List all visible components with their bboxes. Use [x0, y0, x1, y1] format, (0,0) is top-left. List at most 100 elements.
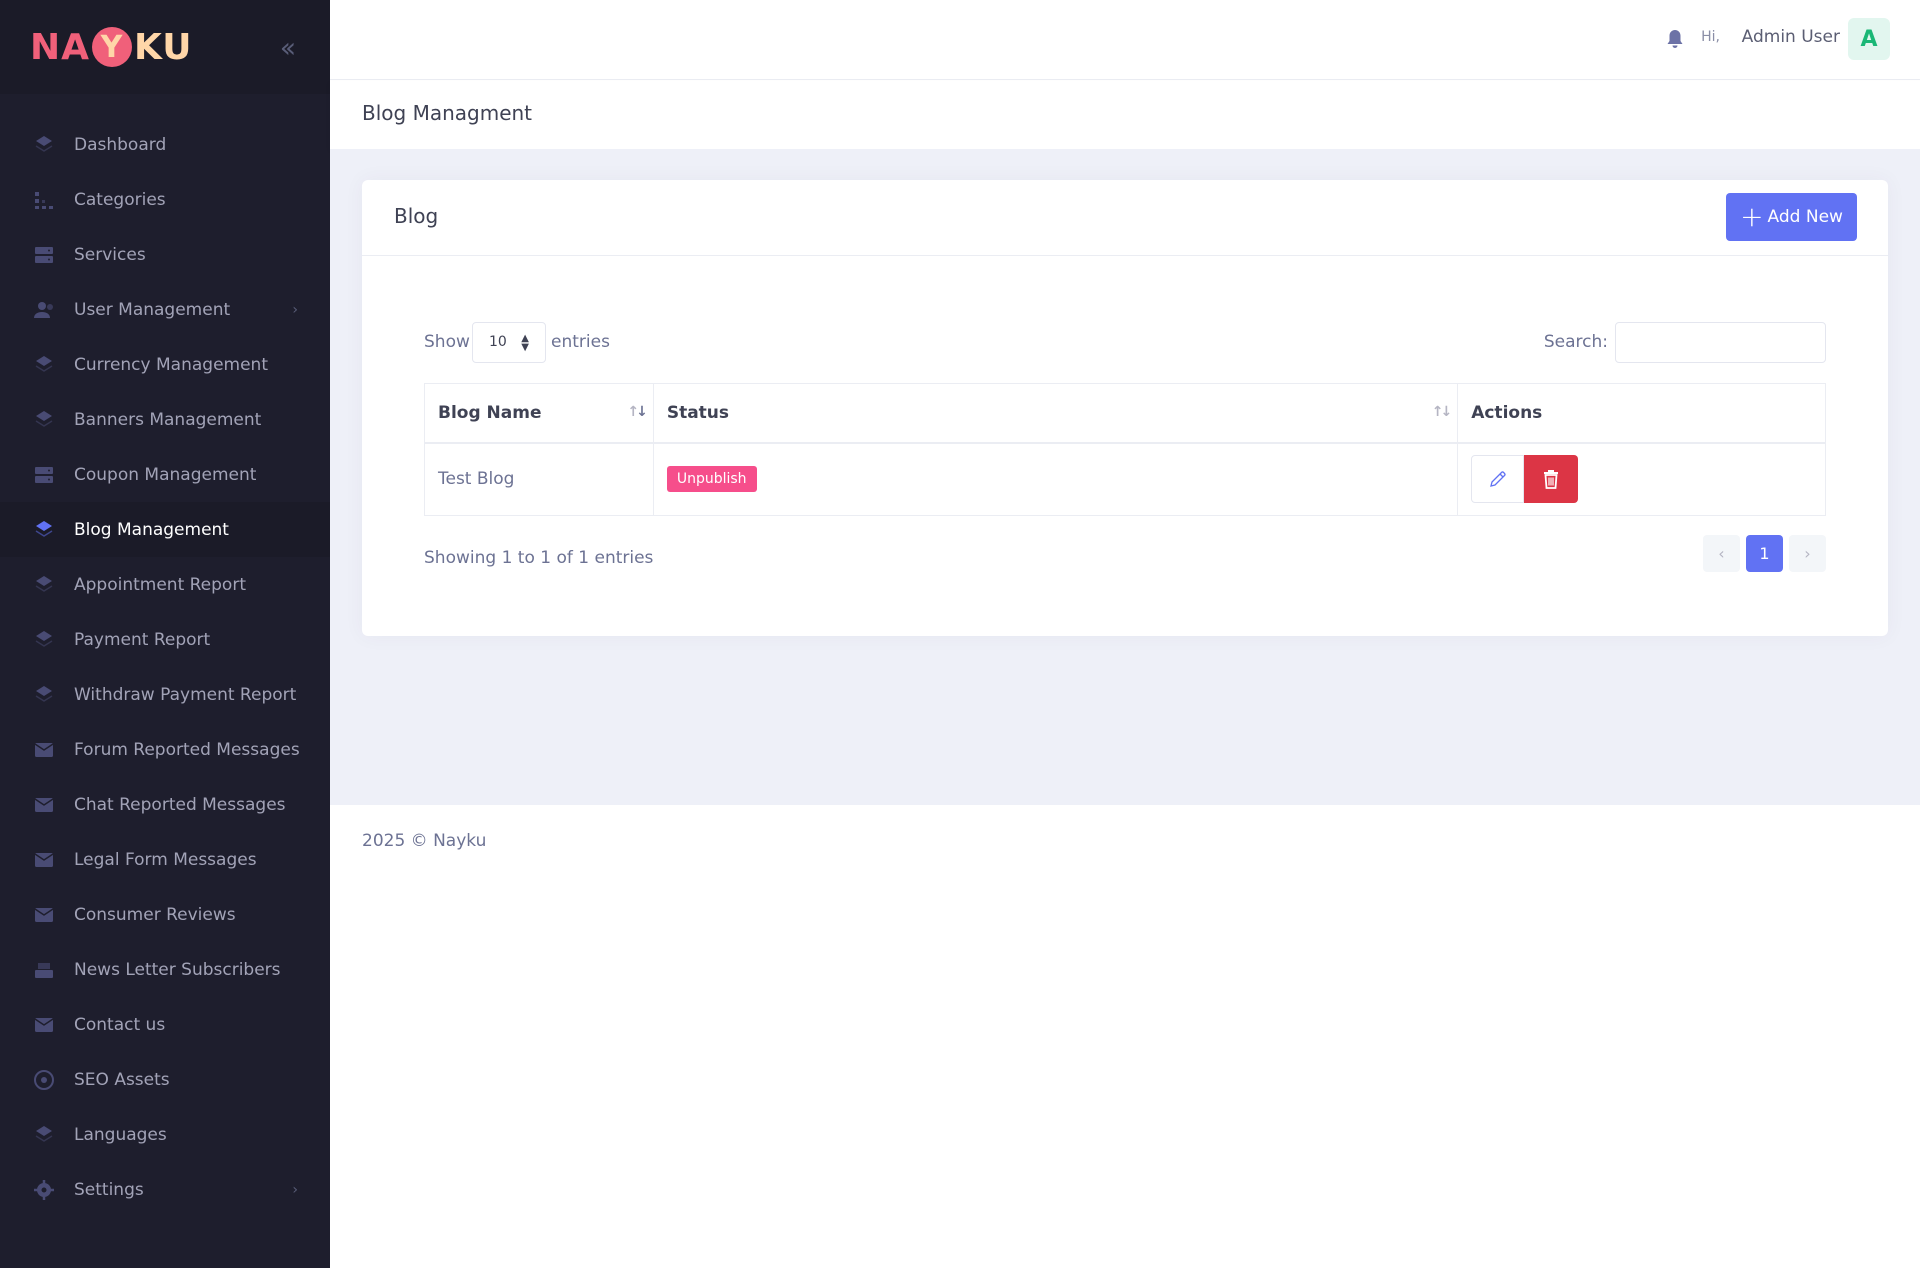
sidebar-item-contact-us[interactable]: Contact us	[0, 997, 330, 1052]
sidebar-item-label: User Management	[74, 299, 231, 320]
chevron-right-icon: ›	[292, 301, 298, 318]
actions-header-label: Actions	[1471, 402, 1543, 423]
mail-icon	[30, 791, 58, 819]
brand-logo[interactable]: NA Y KU	[30, 27, 193, 68]
user-name[interactable]: Admin User	[1742, 27, 1840, 47]
sidebar-nav: Dashboard Categories Services User Manageme…	[0, 94, 330, 1217]
sidebar-item-label: Categories	[74, 189, 166, 210]
logo-part-y: Y	[92, 27, 132, 67]
entries-length-value: 10	[489, 334, 507, 350]
sidebar-item-label: Appointment Report	[74, 574, 246, 595]
double-chevron-left-icon[interactable]: ‹‹	[270, 31, 300, 64]
status-header-label: Status	[666, 402, 730, 423]
greeting-text: Hi,	[1701, 29, 1720, 45]
sidebar-item-label: Forum Reported Messages	[74, 739, 300, 760]
sidebar-item-payment-report[interactable]: Payment Report	[0, 612, 330, 667]
table-info: Showing 1 to 1 of 1 entries	[424, 548, 654, 568]
plus-icon: +	[1740, 200, 1764, 233]
sidebar-item-currency-management[interactable]: Currency Management	[0, 337, 330, 392]
table-controls: Show 10 ▲ ▼ entries Search:	[424, 322, 1826, 364]
sidebar-item-label: Coupon Management	[74, 464, 257, 485]
sort-icon: ↑↓	[627, 404, 647, 420]
footer: 2025 © Nayku	[330, 805, 1920, 1268]
sidebar-item-forum-reported-messages[interactable]: Forum Reported Messages	[0, 722, 330, 777]
server-icon	[30, 241, 58, 269]
add-new-button[interactable]: + Add New	[1726, 193, 1857, 241]
avatar[interactable]: A	[1848, 18, 1890, 60]
status-badge[interactable]: Unpublish	[666, 466, 757, 493]
sidebar-header: NA Y KU ‹‹	[0, 0, 330, 94]
sidebar-item-label: Currency Management	[74, 354, 268, 375]
sidebar-item-dashboard[interactable]: Dashboard	[0, 117, 330, 172]
layers-icon	[30, 1121, 58, 1149]
sidebar-item-settings[interactable]: Settings ›	[0, 1162, 330, 1217]
page-title: Blog Managment	[362, 101, 533, 125]
delete-button[interactable]	[1524, 455, 1579, 504]
sidebar-item-news-letter-subscribers[interactable]: News Letter Subscribers	[0, 942, 330, 997]
sidebar-item-appointment-report[interactable]: Appointment Report	[0, 557, 330, 612]
status-cell: Unpublish	[652, 442, 1459, 516]
sort-icon: ↑↓	[1431, 404, 1453, 420]
trash-icon	[1544, 470, 1559, 490]
blog-table: Blog Name ↑↓ Status ↑↓ Actions Test Blog…	[424, 383, 1826, 516]
sidebar-item-languages[interactable]: Languages	[0, 1107, 330, 1162]
show-label: Show	[424, 332, 470, 352]
layers-icon	[30, 571, 58, 599]
sidebar-item-label: SEO Assets	[74, 1069, 170, 1090]
sidebar-item-coupon-management[interactable]: Coupon Management	[0, 447, 330, 502]
search-label: Search:	[1543, 332, 1608, 352]
layers-icon	[30, 406, 58, 434]
copyright-text: 2025 © Nayku	[362, 831, 487, 851]
bell-icon[interactable]	[1665, 28, 1685, 50]
mail-icon	[30, 736, 58, 764]
row-actions	[1471, 455, 1825, 504]
next-page-button[interactable]: ›	[1789, 535, 1826, 572]
blog-card: Blog + Add New Show 10 ▲ ▼ entries Search…	[362, 180, 1888, 636]
sidebar-item-label: Payment Report	[74, 629, 211, 650]
layers-icon	[30, 626, 58, 654]
sidebar: NA Y KU ‹‹ Dashboard Categories Services Us…	[0, 0, 330, 1268]
envelope-icon	[30, 1011, 58, 1039]
sidebar-item-label: Services	[74, 244, 146, 265]
sidebar-item-blog-management[interactable]: Blog Management	[0, 502, 330, 557]
sidebar-item-banners-management[interactable]: Banners Management	[0, 392, 330, 447]
table-header-row: Blog Name ↑↓ Status ↑↓ Actions	[424, 383, 1826, 444]
sidebar-item-services[interactable]: Services	[0, 227, 330, 282]
sidebar-item-user-management[interactable]: User Management ›	[0, 282, 330, 337]
sidebar-item-label: Chat Reported Messages	[74, 794, 286, 815]
sidebar-item-consumer-reviews[interactable]: Consumer Reviews	[0, 887, 330, 942]
avatar-letter: A	[1860, 26, 1878, 52]
sidebar-item-label: Consumer Reviews	[74, 904, 236, 925]
sidebar-item-withdraw-payment-report[interactable]: Withdraw Payment Report	[0, 667, 330, 722]
logo-part-na: NA	[30, 26, 90, 68]
prev-page-button[interactable]: ‹	[1703, 535, 1740, 572]
compass-icon	[30, 1066, 58, 1094]
gear-icon	[30, 1176, 58, 1204]
layers-icon	[30, 131, 58, 159]
column-header-status[interactable]: Status ↑↓	[652, 383, 1459, 444]
mail-icon	[30, 846, 58, 874]
sidebar-item-categories[interactable]: Categories	[0, 172, 330, 227]
sidebar-item-label: Languages	[74, 1124, 167, 1145]
users-icon	[30, 296, 58, 324]
edit-button[interactable]	[1471, 455, 1525, 504]
sort-caret-icon: ▲ ▼	[521, 333, 529, 353]
add-new-label: Add New	[1767, 207, 1843, 227]
logo-part-ku: KU	[134, 26, 193, 68]
sidebar-item-seo-assets[interactable]: SEO Assets	[0, 1052, 330, 1107]
page-button-current[interactable]: 1	[1746, 535, 1783, 572]
entries-length-select[interactable]: 10 ▲ ▼	[472, 322, 546, 363]
sidebar-item-chat-reported-messages[interactable]: Chat Reported Messages	[0, 777, 330, 832]
top-header: Hi, Admin User A	[330, 0, 1920, 80]
pagination: ‹ 1 ›	[1703, 535, 1826, 572]
main-content: Blog + Add New Show 10 ▲ ▼ entries Search…	[330, 149, 1920, 805]
inbox-icon	[30, 956, 58, 984]
subheader: Blog Managment	[330, 81, 1920, 149]
blog-name-cell: Test Blog	[424, 442, 654, 516]
search-input[interactable]	[1615, 322, 1826, 363]
sidebar-item-label: News Letter Subscribers	[74, 959, 281, 980]
sidebar-item-label: Blog Management	[74, 519, 229, 540]
mail-icon	[30, 901, 58, 929]
sidebar-item-legal-form-messages[interactable]: Legal Form Messages	[0, 832, 330, 887]
column-header-blog-name[interactable]: Blog Name ↑↓	[424, 383, 654, 444]
